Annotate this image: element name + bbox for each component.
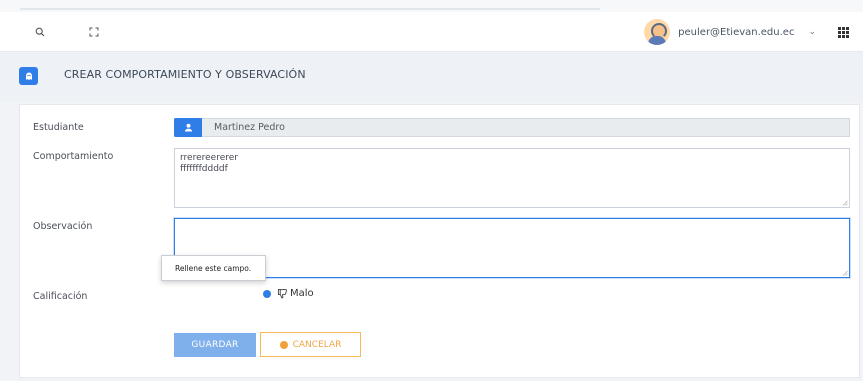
- chevron-down-icon[interactable]: ⌄: [808, 27, 816, 37]
- save-button[interactable]: GUARDAR: [174, 333, 256, 357]
- resize-handle-icon[interactable]: [842, 270, 848, 276]
- top-header: peuler@Etievan.edu.ec ⌄: [0, 12, 863, 52]
- behavior-textarea[interactable]: rrerereererer fffffffddddf: [174, 148, 850, 208]
- cancel-label: CANCELAR: [292, 339, 342, 350]
- thumbs-down-icon: [277, 288, 287, 299]
- rating-label: Calificación: [33, 291, 88, 302]
- grid-icon[interactable]: [838, 26, 849, 38]
- search-icon[interactable]: [30, 12, 50, 52]
- page-title: CREAR COMPORTAMIENTO Y OBSERVACIÓN: [64, 68, 306, 81]
- student-label: Estudiante: [33, 122, 84, 133]
- user-menu[interactable]: peuler@Etievan.edu.ec ⌄: [644, 12, 849, 52]
- top-divider: [20, 8, 600, 10]
- rating-option-malo[interactable]: Malo: [290, 288, 314, 299]
- ghost-icon: [19, 67, 38, 85]
- observation-textarea[interactable]: [174, 218, 850, 278]
- validation-tooltip: Rellene este campo.: [161, 255, 266, 281]
- info-icon: [279, 340, 288, 349]
- fullscreen-icon[interactable]: [84, 12, 104, 52]
- behavior-line: fffffffddddf: [180, 164, 228, 174]
- rating-radio[interactable]: [263, 290, 271, 298]
- student-value: Martinez Pedro: [214, 122, 285, 133]
- resize-handle-icon[interactable]: [842, 200, 848, 206]
- user-icon: [174, 118, 202, 137]
- student-field: Martinez Pedro: [174, 118, 850, 137]
- user-email[interactable]: peuler@Etievan.edu.ec: [678, 27, 794, 38]
- page-title-bar: CREAR COMPORTAMIENTO Y OBSERVACIÓN: [0, 52, 863, 102]
- browser-top-strip: [0, 0, 863, 12]
- observation-label: Observación: [33, 221, 93, 232]
- avatar[interactable]: [644, 19, 671, 45]
- cancel-button[interactable]: CANCELAR: [260, 332, 361, 357]
- behavior-line: rrerereererer: [180, 153, 238, 163]
- behavior-label: Comportamiento: [33, 151, 114, 162]
